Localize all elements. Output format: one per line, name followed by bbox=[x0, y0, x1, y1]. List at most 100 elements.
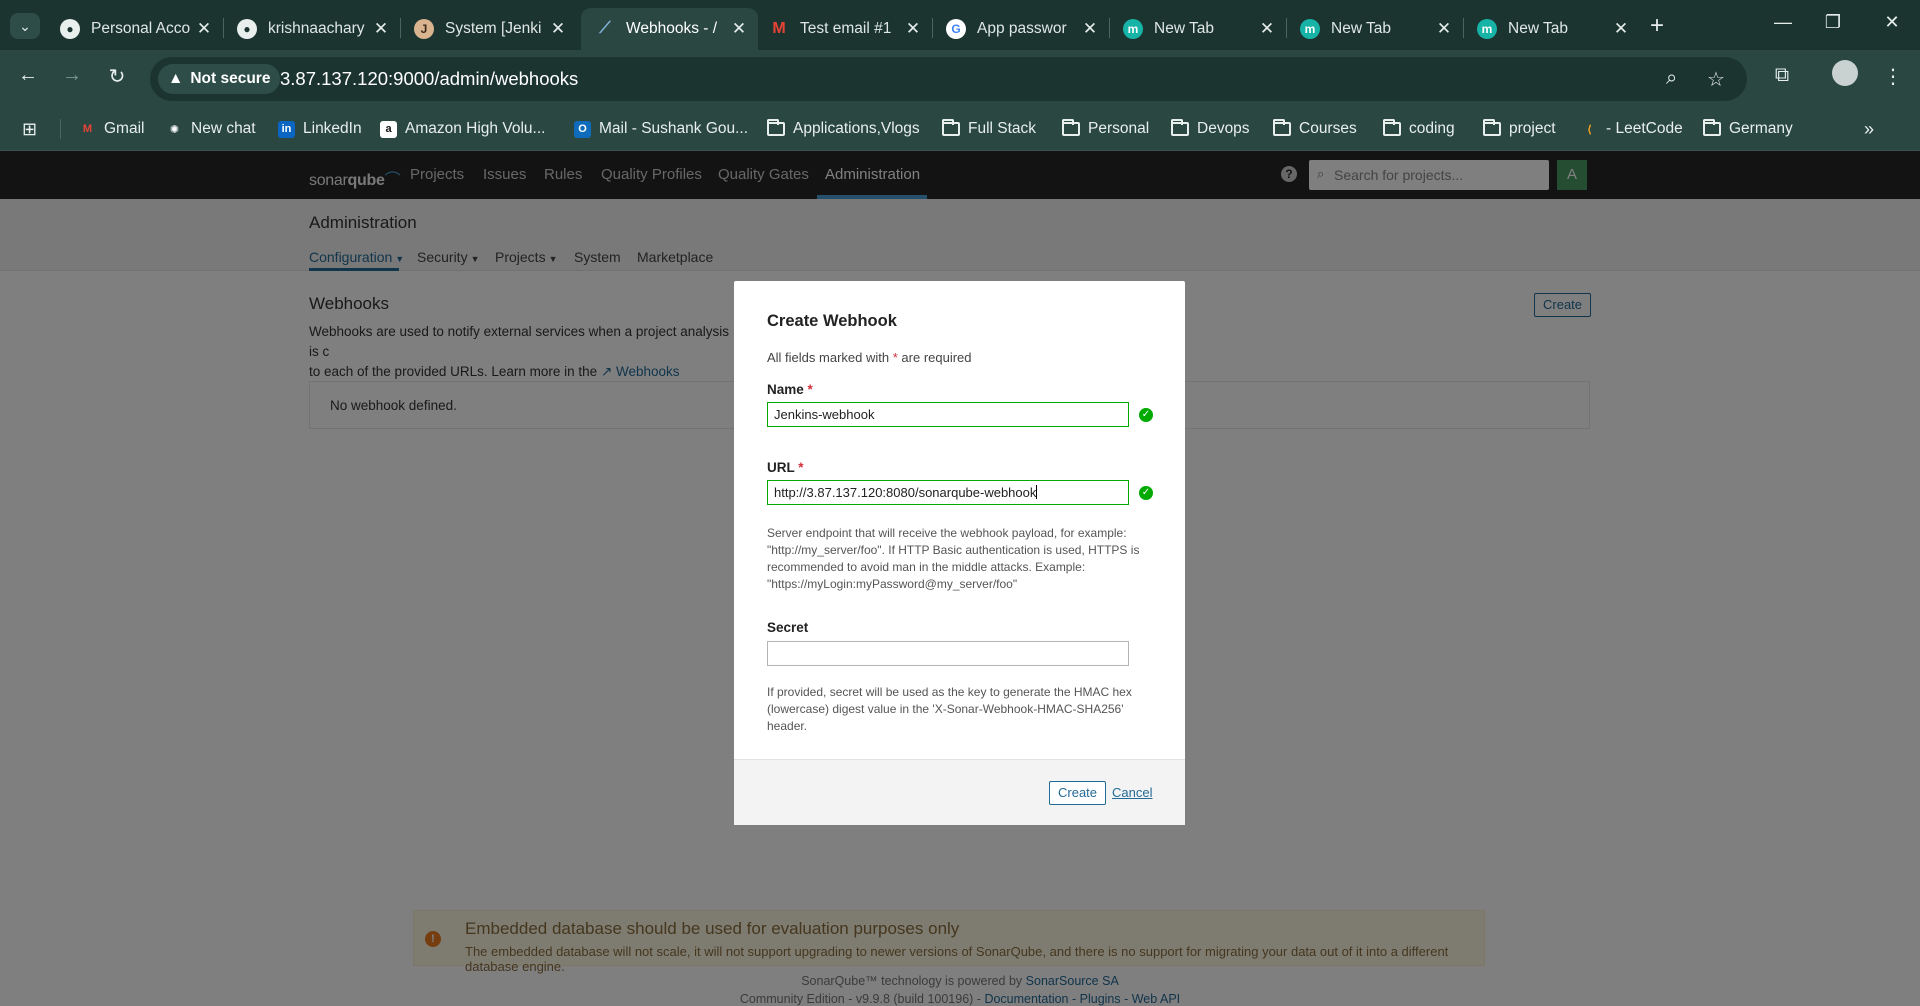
extensions-icon[interactable]: ⧉ bbox=[1767, 64, 1797, 87]
browser-tab[interactable]: G App passwor ✕ bbox=[932, 8, 1109, 50]
folder-icon bbox=[1062, 119, 1080, 136]
browser-tab[interactable]: m New Tab ✕ bbox=[1463, 8, 1640, 50]
hint-text: All fields marked with bbox=[767, 350, 890, 365]
bookmark-label: New chat bbox=[191, 120, 256, 137]
browser-tab[interactable]: ● Personal Acco ✕ bbox=[46, 8, 223, 50]
tab-title: App passwor bbox=[977, 20, 1067, 37]
tab-title: Test email #1 bbox=[800, 20, 892, 37]
bookmark-folder-personal[interactable]: Personal bbox=[1062, 117, 1149, 141]
folder-icon bbox=[1483, 119, 1501, 136]
close-tab-icon[interactable]: ✕ bbox=[195, 19, 213, 39]
gmail-icon: M bbox=[772, 20, 786, 37]
m-icon: m bbox=[1123, 19, 1143, 39]
menu-dots-icon[interactable]: ⋮ bbox=[1878, 64, 1908, 89]
folder-icon bbox=[1703, 119, 1721, 136]
tab-title: New Tab bbox=[1154, 20, 1215, 37]
close-tab-icon[interactable]: ✕ bbox=[730, 19, 748, 39]
back-arrow-icon[interactable]: ← bbox=[13, 64, 43, 87]
zoom-icon[interactable]: ⌕ bbox=[1666, 67, 1677, 90]
profile-avatar[interactable] bbox=[1832, 60, 1858, 86]
tab-search-button[interactable]: ⌄ bbox=[10, 13, 40, 39]
secret-input[interactable] bbox=[767, 641, 1129, 666]
close-tab-icon[interactable]: ✕ bbox=[904, 19, 922, 39]
minimize-icon[interactable]: — bbox=[1768, 12, 1798, 33]
bookmark-folder-germany[interactable]: Germany bbox=[1703, 117, 1793, 141]
name-input[interactable]: Jenkins-webhook bbox=[767, 402, 1129, 427]
bookmark-new-chat[interactable]: ✺ New chat bbox=[166, 117, 256, 141]
bookmark-label: Applications,Vlogs bbox=[793, 120, 920, 137]
bookmark-divider bbox=[60, 119, 61, 139]
bookmark-leetcode[interactable]: ⟨ - LeetCode bbox=[1581, 117, 1683, 141]
valid-check-icon: ✓ bbox=[1139, 486, 1153, 500]
tab-title: New Tab bbox=[1508, 20, 1569, 37]
tab-title: krishnaachary bbox=[268, 20, 365, 37]
browser-tab-strip: ⌄ ● Personal Acco ✕ ● krishnaachary ✕ J … bbox=[0, 0, 1920, 50]
required-star: * bbox=[798, 460, 804, 475]
bookmark-folder-project[interactable]: project bbox=[1483, 117, 1556, 141]
tab-title: Personal Acco bbox=[91, 20, 191, 37]
address-bar[interactable]: ▲ Not secure 3.87.137.120:9000/admin/web… bbox=[150, 57, 1747, 101]
browser-tab[interactable]: ● krishnaachary ✕ bbox=[223, 8, 400, 50]
folder-icon bbox=[1273, 119, 1291, 136]
security-label: Not secure bbox=[190, 70, 271, 87]
required-hint: All fields marked with * are required bbox=[767, 350, 972, 365]
browser-tab[interactable]: m New Tab ✕ bbox=[1109, 8, 1286, 50]
google-icon: G bbox=[946, 19, 966, 39]
m-icon: m bbox=[1477, 19, 1497, 39]
new-tab-plus-icon[interactable]: + bbox=[1650, 12, 1664, 40]
amazon-icon: a bbox=[380, 120, 397, 138]
linkedin-icon: in bbox=[278, 120, 295, 138]
github-icon: ● bbox=[237, 19, 257, 39]
bookmark-linkedin[interactable]: in LinkedIn bbox=[278, 117, 362, 141]
modal-cancel-link[interactable]: Cancel bbox=[1112, 785, 1152, 800]
browser-tab-active[interactable]: ⟋ Webhooks - / ✕ bbox=[581, 8, 758, 50]
hint-text: are required bbox=[901, 350, 972, 365]
close-tab-icon[interactable]: ✕ bbox=[1081, 19, 1099, 39]
restore-icon[interactable]: ❐ bbox=[1818, 12, 1848, 33]
bookmark-mail[interactable]: O Mail - Sushank Gou... bbox=[574, 117, 748, 141]
modal-create-button[interactable]: Create bbox=[1049, 781, 1107, 805]
close-window-icon[interactable]: ✕ bbox=[1877, 12, 1907, 33]
folder-icon bbox=[1171, 119, 1189, 136]
bookmarks-bar: ⊞ M Gmail ✺ New chat in LinkedIn a Amazo… bbox=[0, 108, 1920, 151]
url-input[interactable]: http://3.87.137.120:8080/sonarqube-webho… bbox=[767, 480, 1129, 505]
secret-field-label: Secret bbox=[767, 620, 809, 635]
browser-tab[interactable]: M Test email #1 ✕ bbox=[755, 8, 932, 50]
valid-check-icon: ✓ bbox=[1139, 408, 1153, 422]
forward-arrow-icon[interactable]: → bbox=[57, 64, 87, 87]
bookmark-folder-full-stack[interactable]: Full Stack bbox=[942, 117, 1036, 141]
bookmark-folder-devops[interactable]: Devops bbox=[1171, 117, 1250, 141]
browser-toolbar: ← → ↻ ▲ Not secure 3.87.137.120:9000/adm… bbox=[0, 50, 1920, 108]
required-star: * bbox=[807, 382, 813, 397]
url-text[interactable]: 3.87.137.120:9000/admin/webhooks bbox=[280, 68, 578, 90]
text-cursor bbox=[1036, 485, 1038, 499]
name-field-label: Name * bbox=[767, 382, 813, 397]
bookmark-amazon[interactable]: a Amazon High Volu... bbox=[380, 117, 545, 141]
folder-icon bbox=[942, 119, 960, 136]
close-tab-icon[interactable]: ✕ bbox=[549, 19, 567, 39]
bookmark-folder-coding[interactable]: coding bbox=[1383, 117, 1455, 141]
apps-grid-icon[interactable]: ⊞ bbox=[22, 117, 37, 141]
bookmark-star-icon[interactable]: ☆ bbox=[1707, 67, 1725, 92]
bookmark-label: Germany bbox=[1729, 120, 1793, 137]
bookmark-gmail[interactable]: M Gmail bbox=[79, 117, 145, 141]
chatgpt-icon: ✺ bbox=[169, 123, 180, 136]
tab-title: New Tab bbox=[1331, 20, 1392, 37]
more-bookmarks-chevron-icon[interactable]: » bbox=[1864, 117, 1874, 141]
reload-icon[interactable]: ↻ bbox=[102, 64, 132, 89]
close-tab-icon[interactable]: ✕ bbox=[1435, 19, 1453, 39]
close-tab-icon[interactable]: ✕ bbox=[1258, 19, 1276, 39]
leetcode-icon: ⟨ bbox=[1586, 123, 1593, 136]
bookmark-folder-applications[interactable]: Applications,Vlogs bbox=[767, 117, 920, 141]
bookmark-label: LinkedIn bbox=[303, 120, 362, 137]
close-tab-icon[interactable]: ✕ bbox=[1612, 19, 1630, 39]
bookmark-folder-courses[interactable]: Courses bbox=[1273, 117, 1357, 141]
modal-title: Create Webhook bbox=[767, 312, 897, 330]
secret-help-text: If provided, secret will be used as the … bbox=[767, 685, 1132, 733]
bookmark-label: Courses bbox=[1299, 120, 1357, 137]
close-tab-icon[interactable]: ✕ bbox=[372, 19, 390, 39]
security-chip[interactable]: ▲ Not secure bbox=[158, 64, 281, 94]
bookmark-label: Mail - Sushank Gou... bbox=[599, 120, 749, 137]
browser-tab[interactable]: m New Tab ✕ bbox=[1286, 8, 1463, 50]
browser-tab[interactable]: J System [Jenki ✕ bbox=[400, 8, 577, 50]
